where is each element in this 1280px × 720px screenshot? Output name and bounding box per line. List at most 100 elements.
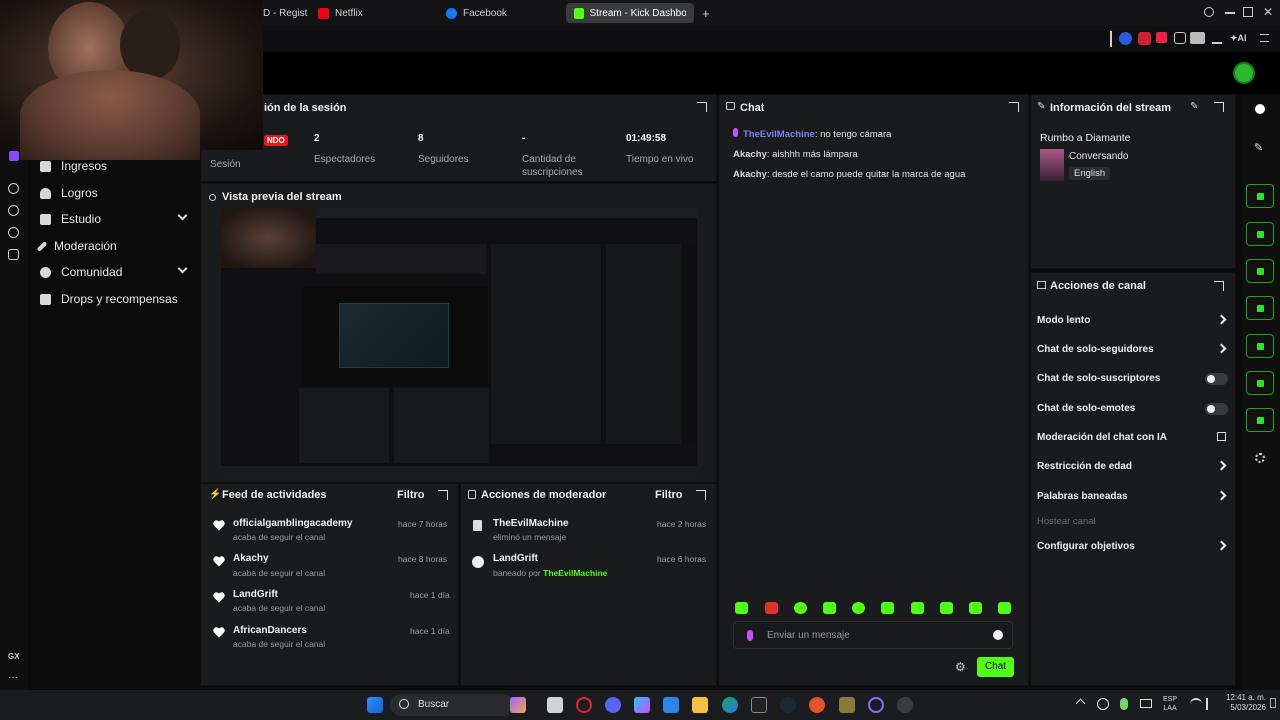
emote-icon[interactable] xyxy=(881,602,894,614)
expand-icon[interactable] xyxy=(697,102,707,112)
ai-icon[interactable]: ✦AI xyxy=(1230,33,1247,44)
epic-icon[interactable] xyxy=(751,697,767,713)
apps-icon[interactable] xyxy=(1255,453,1265,463)
emote-icon[interactable] xyxy=(794,602,807,614)
sidebar-item-estudio[interactable]: Estudio xyxy=(40,210,200,226)
widgets-icon[interactable] xyxy=(510,697,526,713)
chat-input[interactable]: Enviar un mensaje xyxy=(733,621,1013,649)
action-configure-goals[interactable]: Configurar objetivos xyxy=(1037,541,1135,552)
taskbar-search[interactable]: Buscar xyxy=(390,694,514,716)
subs-only-toggle[interactable] xyxy=(1205,373,1228,385)
action-ai-moderation[interactable]: Moderación del chat con IA xyxy=(1037,432,1167,443)
tab-kick-dashboard[interactable]: Stream - Kick Dashboard xyxy=(566,3,694,23)
edge-icon[interactable] xyxy=(722,697,738,713)
expand-icon[interactable] xyxy=(1214,281,1224,291)
search-icon[interactable] xyxy=(1204,7,1214,17)
emote-icon[interactable] xyxy=(852,602,865,614)
maximize-icon[interactable] xyxy=(1243,7,1253,17)
settings-icon[interactable] xyxy=(8,249,19,260)
discord-icon[interactable] xyxy=(605,697,621,713)
volume-icon[interactable] xyxy=(1206,698,1218,710)
notification-icon[interactable] xyxy=(1270,698,1276,708)
clock[interactable]: 12:41 a. m. 5/03/2026 xyxy=(1222,693,1266,713)
store-icon[interactable] xyxy=(663,697,679,713)
expand-icon[interactable] xyxy=(1214,102,1224,112)
taskview-icon[interactable] xyxy=(547,697,563,713)
language-indicator[interactable]: ESP LAA xyxy=(1163,695,1177,713)
folder-icon[interactable] xyxy=(692,697,708,713)
mod-subtext-user[interactable]: TheEvilMachine xyxy=(543,568,607,578)
chat-username[interactable]: TheEvilMachine xyxy=(743,129,815,140)
mod-username[interactable]: TheEvilMachine xyxy=(493,518,569,529)
rail-button-tools[interactable] xyxy=(1246,408,1274,432)
copilot-icon[interactable] xyxy=(634,697,650,713)
app-icon[interactable] xyxy=(809,697,825,713)
opera-gx-icon[interactable] xyxy=(576,697,592,713)
emote-icon[interactable] xyxy=(911,602,924,614)
chat-username[interactable]: Akachy xyxy=(733,169,767,180)
more-icon[interactable]: ··· xyxy=(8,672,18,683)
mic-icon[interactable] xyxy=(1120,698,1128,710)
action-banned-words[interactable]: Palabras baneadas xyxy=(1037,491,1128,502)
emote-icon[interactable] xyxy=(735,602,748,614)
download-icon[interactable] xyxy=(1212,32,1222,44)
puzzle-icon[interactable] xyxy=(1174,32,1186,44)
emotes-only-toggle[interactable] xyxy=(1205,403,1228,415)
twitch-icon[interactable] xyxy=(9,151,19,161)
rail-button-activity[interactable] xyxy=(1246,184,1274,208)
feed-username[interactable]: AfricanDancers xyxy=(233,625,307,636)
sidebar-item-logros[interactable]: Logros xyxy=(40,186,98,200)
emote-icon[interactable] xyxy=(940,602,953,614)
sidebar-item-ingresos[interactable]: Ingresos xyxy=(40,159,107,173)
rail-button-chat[interactable] xyxy=(1246,296,1274,320)
edit-icon[interactable]: ✎ xyxy=(1254,141,1263,154)
tab-facebook[interactable]: Facebook xyxy=(438,3,515,23)
whatsapp-icon[interactable] xyxy=(8,227,19,238)
wifi-icon[interactable] xyxy=(1190,698,1202,710)
rail-button-layout[interactable] xyxy=(1246,371,1274,395)
emote-icon[interactable] xyxy=(765,602,778,614)
category-thumbnail[interactable] xyxy=(1040,149,1064,181)
new-tab-button[interactable]: + xyxy=(694,3,718,23)
mod-filter-button[interactable]: Filtro xyxy=(655,489,683,501)
sidebar-item-comunidad[interactable]: Comunidad xyxy=(40,263,200,279)
chat-settings-icon[interactable]: ⚙ xyxy=(955,660,966,674)
external-link-icon[interactable] xyxy=(1217,432,1226,441)
emote-icon[interactable] xyxy=(998,602,1011,614)
avatar[interactable] xyxy=(1233,62,1255,84)
steam-icon[interactable] xyxy=(780,697,796,713)
feed-username[interactable]: Akachy xyxy=(233,553,269,564)
tab-netflix[interactable]: Netflix xyxy=(310,3,371,23)
feed-filter-button[interactable]: Filtro xyxy=(397,489,425,501)
action-age-restriction[interactable]: Restricción de edad xyxy=(1037,461,1132,472)
minimize-icon[interactable] xyxy=(1225,12,1235,14)
keyboard-icon[interactable] xyxy=(1140,699,1152,708)
rail-button-list[interactable] xyxy=(1246,259,1274,283)
emote-icon[interactable] xyxy=(969,602,982,614)
update-icon[interactable] xyxy=(1097,698,1109,710)
send-chat-button[interactable]: Chat xyxy=(977,657,1014,677)
rail-button-broadcast[interactable] xyxy=(1246,334,1274,358)
action-followers-only[interactable]: Chat de solo-seguidores xyxy=(1037,344,1154,355)
record-icon[interactable] xyxy=(1138,32,1151,45)
edit-icon[interactable]: ✎ xyxy=(1190,101,1198,112)
action-slow-mode[interactable]: Modo lento xyxy=(1037,315,1090,326)
play-icon[interactable] xyxy=(8,183,19,194)
info-icon[interactable] xyxy=(1255,104,1265,114)
screenshot-icon[interactable] xyxy=(1190,32,1205,44)
emoji-icon[interactable] xyxy=(993,630,1003,640)
stream-preview[interactable] xyxy=(221,208,697,478)
feed-username[interactable]: officialgamblingacademy xyxy=(233,518,352,529)
rail-button-bolt[interactable] xyxy=(1246,222,1274,246)
category-name[interactable]: Conversando xyxy=(1069,151,1128,162)
chat-username[interactable]: Akachy xyxy=(733,149,767,160)
feed-username[interactable]: LandGrift xyxy=(233,589,278,600)
windows-start-icon[interactable] xyxy=(367,697,383,713)
clock-icon[interactable] xyxy=(8,205,19,216)
expand-icon[interactable] xyxy=(1009,102,1019,112)
expand-icon[interactable] xyxy=(438,490,448,500)
sidebar-item-moderacion[interactable]: Moderación xyxy=(36,239,117,253)
emote-icon[interactable] xyxy=(823,602,836,614)
expand-icon[interactable] xyxy=(696,490,706,500)
mod-username[interactable]: LandGrift xyxy=(493,553,538,564)
